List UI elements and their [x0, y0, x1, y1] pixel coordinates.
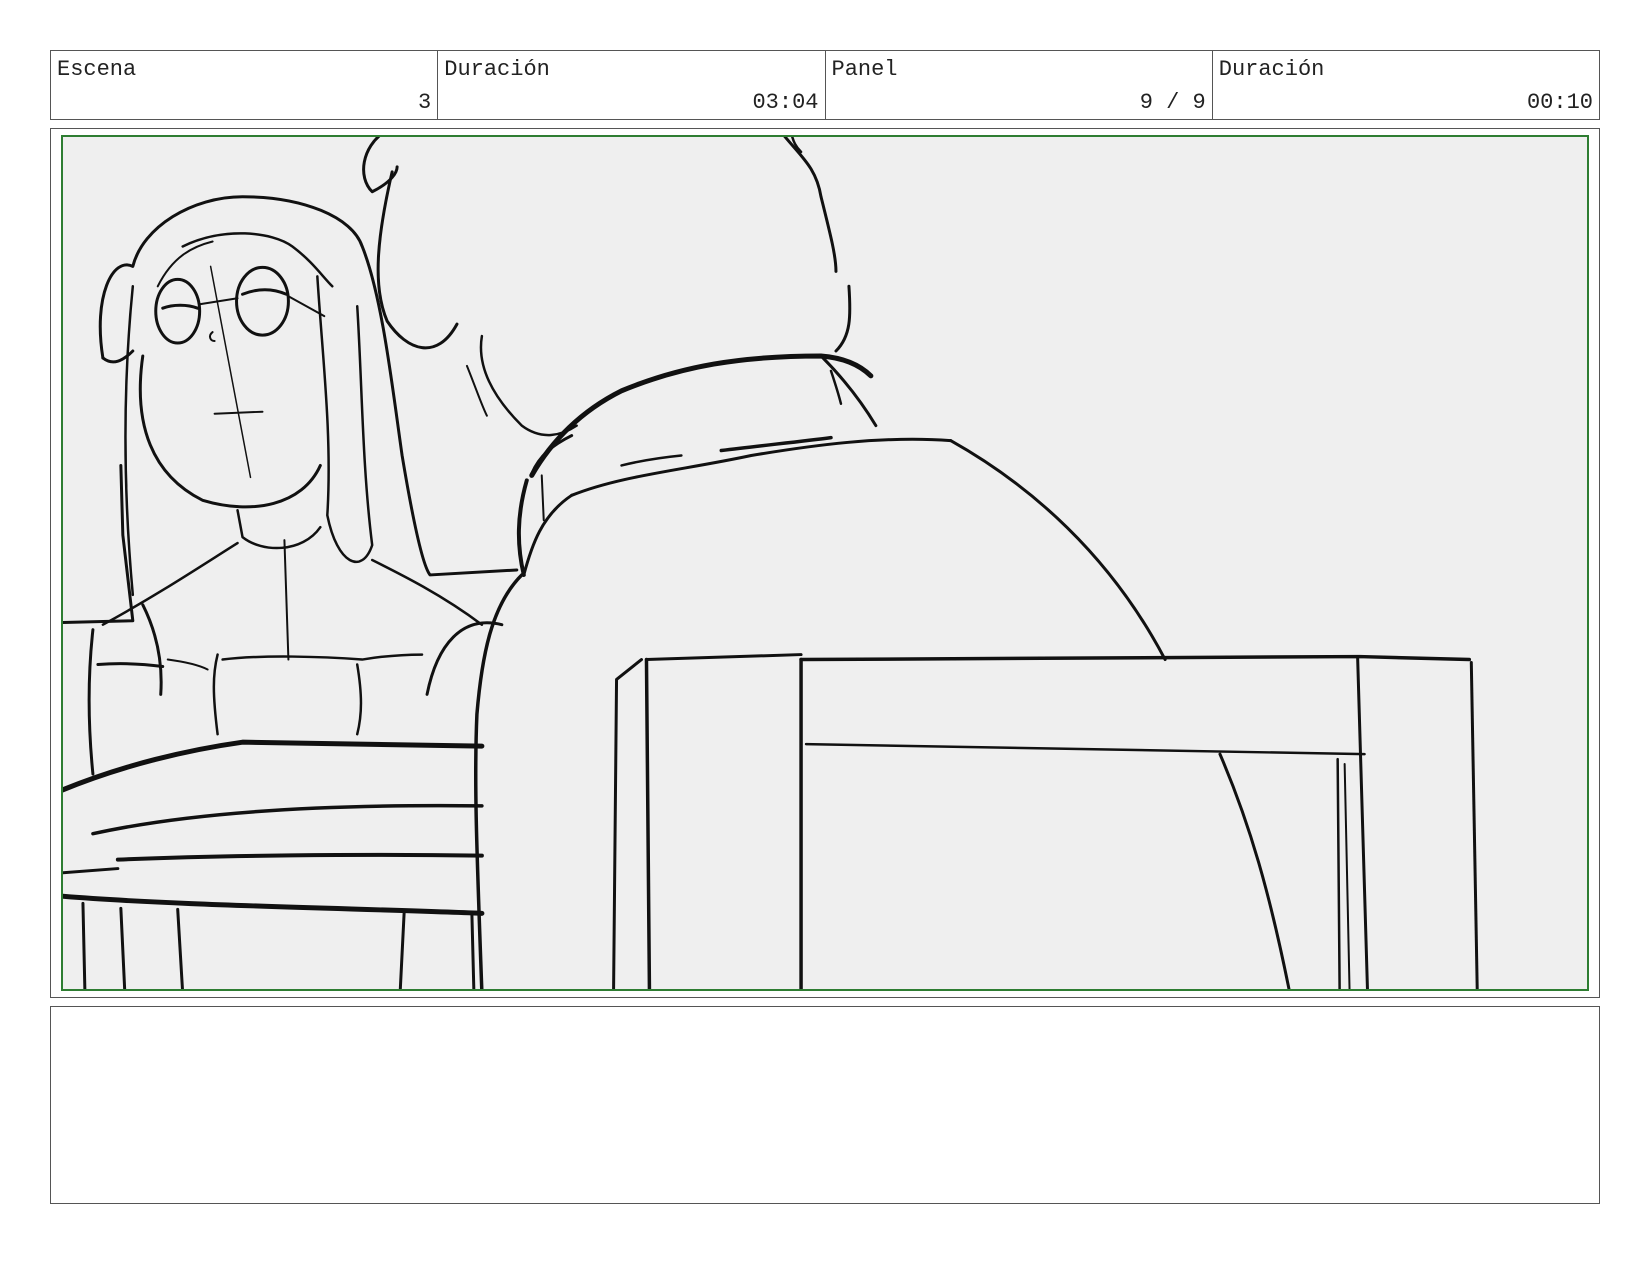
panel-duration-value: 00:10	[1526, 90, 1593, 115]
scene-duration-value: 03:04	[752, 90, 819, 115]
panel-frame	[61, 135, 1589, 991]
panel-label: Panel	[831, 57, 898, 82]
scene-label: Escena	[57, 57, 137, 82]
panel-cell: Panel 9 / 9	[826, 51, 1213, 119]
storyboard-header: Escena 3 Duración 03:04 Panel 9 / 9 Dura…	[50, 50, 1600, 120]
storyboard-panel	[50, 128, 1600, 998]
notes-area[interactable]	[50, 1006, 1600, 1204]
scene-duration-label: Duración	[444, 57, 550, 82]
scene-cell: Escena 3	[51, 51, 439, 119]
scene-value: 3	[418, 90, 432, 115]
panel-value: 9 / 9	[1139, 90, 1206, 115]
storyboard-sketch	[63, 137, 1479, 989]
panel-duration-label: Duración	[1218, 57, 1325, 82]
panel-duration-cell: Duración 00:10	[1213, 51, 1599, 119]
scene-duration-cell: Duración 03:04	[438, 51, 826, 119]
